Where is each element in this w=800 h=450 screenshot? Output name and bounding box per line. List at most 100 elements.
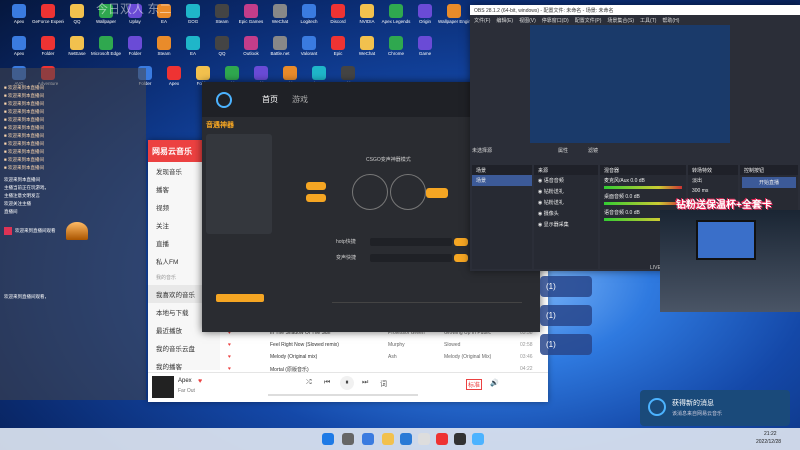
obs-preview[interactable] [530, 25, 730, 143]
obs-menu-item[interactable]: 场景集合(S) [607, 17, 634, 24]
prev-icon[interactable]: ⏮ [324, 379, 330, 387]
hotkey-set-button[interactable] [454, 238, 468, 246]
voice-toggle-2[interactable] [306, 194, 326, 202]
clock-date[interactable]: 2022/12/28 [756, 439, 781, 445]
desktop-icon[interactable]: Folder [120, 36, 150, 70]
webcam-monitor [696, 220, 756, 260]
mixer-channel[interactable]: 桌面音频 0.0 dB [600, 191, 686, 207]
desktop-icon[interactable]: Epic [323, 36, 353, 70]
source-item[interactable]: ◉ 摄像头 [534, 208, 598, 219]
app-icon-1[interactable] [418, 433, 430, 445]
changer-node[interactable] [352, 174, 388, 210]
voice-switch-button[interactable] [426, 188, 448, 198]
my-music-item[interactable]: 我的音乐云盘 [148, 339, 220, 357]
desktop-icon[interactable]: Epic Games [236, 4, 266, 38]
music-player-bar[interactable]: Apex ♥ Far Out ⤮ ⏮ ⏸ ⏭ 词 标准 🔊 [148, 372, 548, 402]
desktop-icon-label: Outlook [243, 51, 259, 56]
hotkey2-input[interactable] [370, 254, 452, 262]
properties-button[interactable]: 属性 [558, 147, 568, 154]
chat-notice-line: 欢迎来到本直播间 [4, 177, 40, 182]
next-icon[interactable]: ⏭ [362, 379, 368, 387]
desktop-icon[interactable]: Outlook [236, 36, 266, 70]
desktop-icon[interactable]: Chrome [381, 36, 411, 70]
desktop-icon[interactable]: Logitech [294, 4, 324, 38]
start-button[interactable] [216, 294, 264, 302]
desktop-icon[interactable]: Microsoft Edge [91, 36, 121, 70]
desktop-icon[interactable]: GeForce Experience [32, 4, 64, 38]
ea-icon [186, 36, 200, 50]
desktop-icon[interactable]: Apex Legends [381, 4, 411, 38]
obs-menu-item[interactable]: 编辑(E) [496, 17, 513, 24]
transition-select[interactable]: 淡出 [688, 175, 738, 186]
hotkey-input[interactable] [370, 238, 452, 246]
voicechanger-icon[interactable] [472, 433, 484, 445]
desktop-icon[interactable]: Apex [4, 4, 34, 38]
shuffle-icon[interactable]: ⤮ [306, 379, 312, 387]
source-item[interactable]: ◉ 钻粉送礼 [534, 197, 598, 208]
desktop-icon[interactable]: QQ [62, 4, 92, 38]
desktop-icon[interactable]: EA [178, 36, 208, 70]
netease-icon[interactable] [436, 433, 448, 445]
heart-icon[interactable]: ♥ [228, 354, 231, 360]
mic-node[interactable] [390, 174, 426, 210]
desktop-icon[interactable]: Discord [323, 4, 353, 38]
voice-toggle-1[interactable] [306, 182, 326, 190]
heart-icon[interactable]: ♥ [228, 342, 231, 348]
taskview-icon[interactable] [362, 433, 374, 445]
desktop-icon[interactable]: GOG [178, 4, 208, 38]
desktop-icon[interactable]: Valorant [294, 36, 324, 70]
desktop-icon[interactable]: NVIDIA [352, 4, 382, 38]
obs-menu-item[interactable]: 文件(F) [474, 17, 490, 24]
obs-menu-item[interactable]: 配置文件(P) [575, 17, 602, 24]
desktop-icon[interactable]: QQ [207, 36, 237, 70]
explorer-icon[interactable] [382, 433, 394, 445]
notification-title: 获得新的消息 [672, 400, 714, 407]
chat-footer-line: 欢迎来到直播间观看， [4, 294, 49, 299]
tab-game[interactable]: 游戏 [292, 94, 308, 105]
tab-home[interactable]: 首页 [262, 94, 278, 105]
desktop-icon[interactable]: Steam [207, 4, 237, 38]
progress-bar[interactable] [268, 394, 418, 396]
start-stream-button[interactable]: 开始直播 [742, 177, 796, 188]
source-item[interactable]: ◉ 显示器采集 [534, 219, 598, 230]
transition-duration[interactable]: 300 ms [688, 186, 738, 196]
obs-menu-item[interactable]: 停靠窗口(D) [542, 17, 569, 24]
wallpaper-engine-icon [447, 4, 461, 18]
volume-icon[interactable]: 🔊 [490, 379, 499, 387]
desktop-icon[interactable]: Folder [33, 36, 63, 70]
obs-menu-item[interactable]: 视图(V) [519, 17, 536, 24]
desktop-icon[interactable]: WeChat [265, 4, 295, 38]
obs-menu-bar: 文件(F) 编辑(E) 视图(V) 停靠窗口(D) 配置文件(P) 场景集合(S) 工具(T… [470, 15, 800, 24]
desktop-icon[interactable]: Apex [4, 36, 34, 70]
desktop-icon[interactable]: NetEase [62, 36, 92, 70]
start-icon[interactable] [322, 433, 334, 445]
mixer-channel[interactable]: 麦克风/Aux 0.0 dB [600, 175, 686, 191]
desktop-icon[interactable]: Steam [149, 36, 179, 70]
filters-button[interactable]: 滤镜 [588, 147, 598, 154]
desktop-icon[interactable]: Apex [159, 66, 189, 100]
pause-button[interactable]: ⏸ [340, 376, 354, 390]
quality-badge[interactable]: 标准 [466, 379, 483, 390]
desktop-icon[interactable]: Battle.net [265, 36, 295, 70]
desktop-icon[interactable]: Origin [410, 4, 440, 38]
search-icon[interactable] [342, 433, 354, 445]
notification-toast[interactable]: 获得新的消息 该消息来自网易云音乐 [640, 390, 790, 426]
clock-time[interactable]: 21:22 [764, 431, 777, 437]
source-item[interactable]: ◉ 钻粉送礼 [534, 186, 598, 197]
obs-icon[interactable] [454, 433, 466, 445]
edge-icon[interactable] [400, 433, 412, 445]
hotkey2-set-button[interactable] [454, 254, 468, 262]
desktop-icon[interactable]: WeChat [352, 36, 382, 70]
lyrics-icon[interactable]: 词 [380, 379, 387, 389]
desktop-icon[interactable]: Wallpaper Engine [438, 4, 470, 38]
obs-menu-item[interactable]: 帮助(H) [662, 17, 679, 24]
chat-notice-line: 主播注意文明发言 [4, 193, 40, 198]
desktop-icon[interactable]: Game [410, 36, 440, 70]
volume-meter[interactable] [604, 202, 682, 205]
desktop-icon-label: Logitech [300, 19, 318, 24]
obs-menu-item[interactable]: 工具(T) [640, 17, 656, 24]
volume-meter[interactable] [604, 186, 682, 189]
scene-item[interactable]: 场景 [472, 175, 532, 186]
source-item[interactable]: ◉ 语音音频 [534, 175, 598, 186]
heart-icon[interactable]: ♥ [198, 378, 202, 385]
